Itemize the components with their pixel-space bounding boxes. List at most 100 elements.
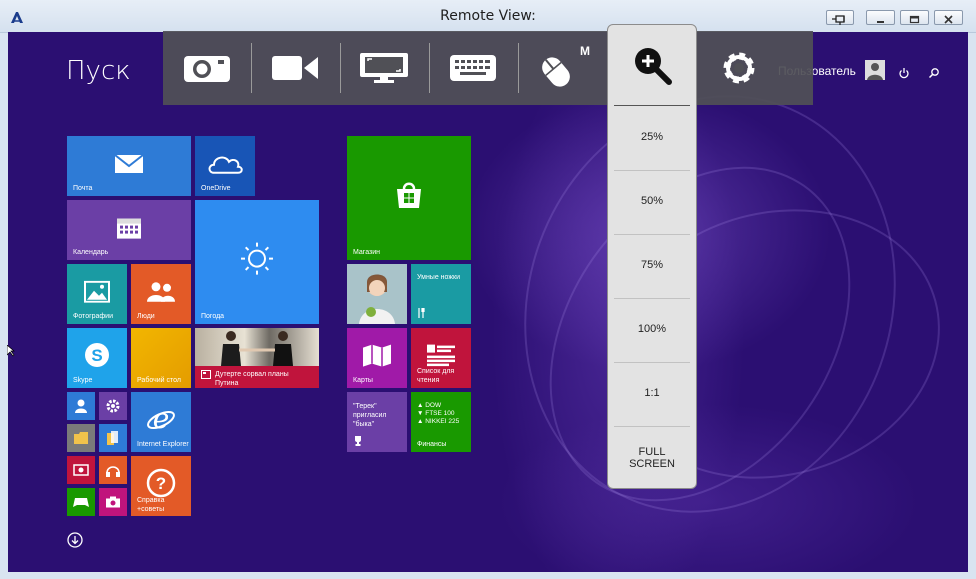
tile-label: Календарь <box>73 249 109 256</box>
tile-recipes[interactable]: Умные ножки <box>411 264 471 324</box>
tile-small-explorer[interactable] <box>67 424 95 452</box>
user-avatar[interactable] <box>865 60 885 80</box>
window-titlebar: Remote View: <box>0 0 976 33</box>
restore-icon <box>909 15 920 24</box>
tile-store[interactable]: Магазин <box>347 136 471 260</box>
news-photo <box>195 328 319 366</box>
tile-calendar[interactable]: Календарь <box>67 200 191 260</box>
remote-desktop[interactable]: Пуск Пользователь Почта OneDrive Календа… <box>8 32 968 572</box>
sun-icon <box>241 242 273 275</box>
news-headline-line1: Дутерте сорвал планы <box>215 371 289 378</box>
tile-label: Рабочий стол <box>137 377 181 384</box>
help-line2: +советы <box>137 506 165 513</box>
svg-text:?: ? <box>156 474 166 493</box>
zoom-option-50[interactable]: 50% <box>608 195 696 207</box>
tile-news[interactable]: Дутерте сорвал планы Путина <box>195 328 319 388</box>
tile-small-files[interactable] <box>99 424 127 452</box>
finance-tickers: ▲ DOW ▼ FTSE 100 ▲ NIKKEI 225 <box>417 402 459 426</box>
svg-text:e: e <box>153 404 170 434</box>
close-button[interactable] <box>934 10 963 25</box>
cursor-icon <box>6 344 15 357</box>
mouse-cursor <box>6 342 15 361</box>
calendar-icon <box>117 218 141 239</box>
tile-skype[interactable]: S Skype <box>67 328 127 388</box>
tile-small-video[interactable] <box>67 456 95 484</box>
close-icon <box>944 15 953 24</box>
screenshot-button[interactable] <box>163 31 251 105</box>
news-headline-line2: Путина <box>215 380 239 387</box>
tile-small-settings[interactable] <box>99 392 127 420</box>
tile-reading-list[interactable]: Список для чтения <box>411 328 471 388</box>
tile-internet-explorer[interactable]: e Internet Explorer <box>131 392 191 452</box>
minimize-button[interactable] <box>866 10 895 25</box>
news-headline: Дутерте сорвал планы Путина <box>215 370 289 388</box>
tile-label: OneDrive <box>201 185 231 192</box>
tile-small-camera[interactable] <box>99 488 127 516</box>
sport-line1: "Терек" <box>353 403 377 410</box>
video-icon <box>73 464 89 476</box>
zoom-menu: 25% 50% 75% 100% 1:1 FULL SCREEN <box>607 24 697 489</box>
tile-maps[interactable]: Карты <box>347 328 407 388</box>
zoom-button[interactable] <box>608 25 696 105</box>
gear-icon <box>723 52 755 84</box>
zoom-separator <box>614 234 690 235</box>
zoom-option-100[interactable]: 100% <box>608 323 696 335</box>
tile-finance[interactable]: ▲ DOW ▼ FTSE 100 ▲ NIKKEI 225 Финансы <box>411 392 471 452</box>
gear-icon <box>106 399 120 413</box>
tile-weather[interactable]: Погода <box>195 200 319 324</box>
ticker-nikkei: ▲ NIKKEI 225 <box>417 418 460 425</box>
tile-desktop[interactable]: Рабочий стол <box>131 328 191 388</box>
search-icon <box>928 68 939 79</box>
folder-icon <box>74 432 88 444</box>
sport-headline: "Терек" пригласил "быка" <box>353 402 386 429</box>
mouse-mode-badge: M <box>580 44 590 58</box>
user-settings-icon <box>75 399 87 413</box>
tile-label: Погода <box>201 313 225 320</box>
settings-button[interactable] <box>695 31 783 105</box>
zoom-separator <box>614 170 690 171</box>
mouse-mode-button[interactable]: M <box>518 31 606 105</box>
tile-onedrive[interactable]: OneDrive <box>195 136 255 196</box>
all-apps-button[interactable] <box>67 532 83 552</box>
tile-mail[interactable]: Почта <box>67 136 191 196</box>
map-icon <box>363 344 391 367</box>
recipes-text: Умные ножки <box>417 274 461 281</box>
news-photo-image <box>221 331 293 366</box>
tile-help[interactable]: ? Справка +советы <box>131 456 191 516</box>
tile-label: Финансы <box>417 441 447 448</box>
tile-photo-person[interactable] <box>347 264 407 324</box>
files-icon <box>107 431 118 445</box>
zoom-option-75[interactable]: 75% <box>608 259 696 271</box>
restore-button[interactable] <box>900 10 929 25</box>
power-icon <box>899 68 909 79</box>
cloud-icon <box>208 156 243 174</box>
tile-label: Skype <box>73 377 93 384</box>
zoom-separator <box>614 298 690 299</box>
keyboard-icon <box>450 55 496 81</box>
zoom-option-1-1[interactable]: 1:1 <box>608 387 696 399</box>
camera-icon <box>184 56 230 82</box>
tile-photos[interactable]: Фотографии <box>67 264 127 324</box>
help-icon: ? <box>146 468 176 498</box>
tile-label: Почта <box>73 185 93 192</box>
keyboard-button[interactable] <box>429 31 517 105</box>
pin-button[interactable] <box>826 10 854 25</box>
tile-small-games[interactable] <box>67 488 95 516</box>
minimize-icon <box>877 21 884 23</box>
zoom-menu-divider <box>614 105 690 106</box>
record-video-button[interactable] <box>251 31 339 105</box>
tile-small-music[interactable] <box>99 456 127 484</box>
screen-button[interactable] <box>340 31 428 105</box>
zoom-option-25[interactable]: 25% <box>608 131 696 143</box>
tile-sport[interactable]: "Терек" пригласил "быка" <box>347 392 407 452</box>
search-button[interactable] <box>928 64 940 83</box>
zoom-option-full-screen[interactable]: FULL SCREEN <box>608 446 696 470</box>
ticker-dow: ▲ DOW <box>417 402 442 409</box>
tile-small-app[interactable] <box>67 392 95 420</box>
tile-label: Фотографии <box>73 313 114 320</box>
camera-icon <box>106 496 120 508</box>
svg-text:S: S <box>91 346 102 365</box>
power-button[interactable] <box>898 64 910 83</box>
full-screen-line1: FULL <box>638 446 666 458</box>
tile-people[interactable]: Люди <box>131 264 191 324</box>
